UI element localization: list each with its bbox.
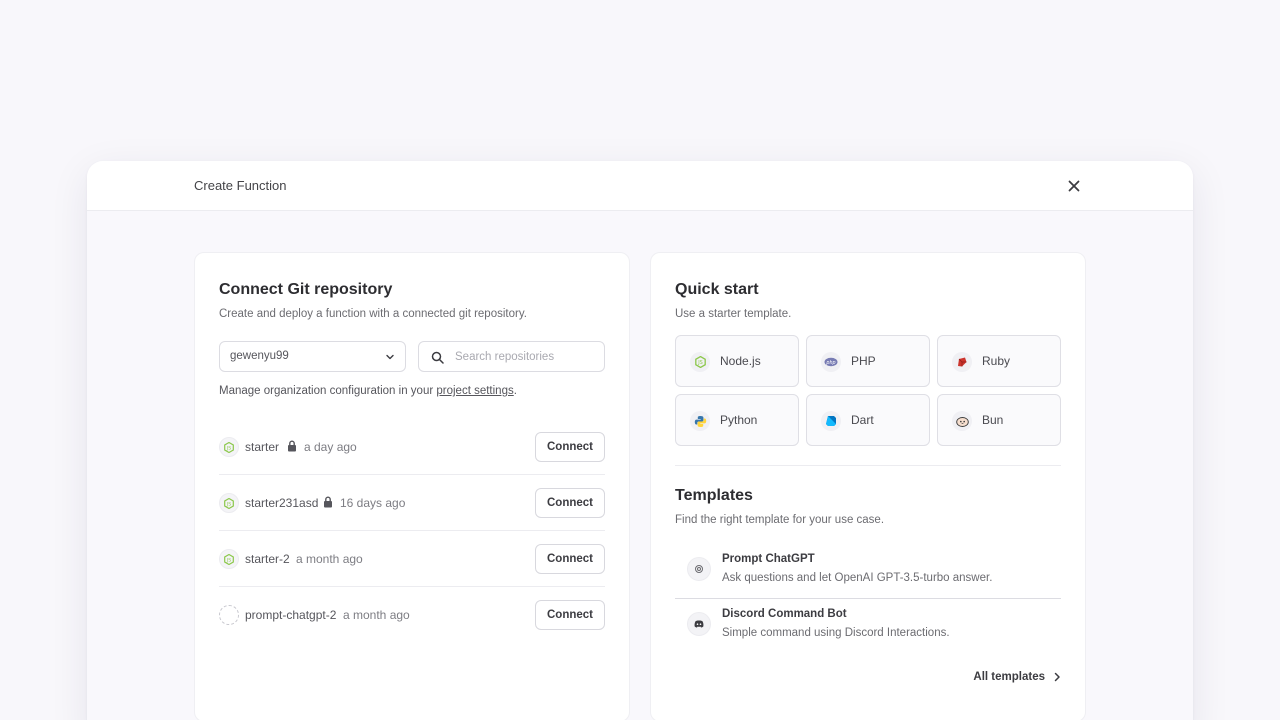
git-card-subtitle: Create and deploy a function with a conn…	[219, 308, 527, 320]
section-divider	[675, 465, 1061, 466]
close-button[interactable]	[1064, 176, 1084, 196]
runtime-tile-php[interactable]: php PHP	[806, 335, 930, 387]
all-templates-label: All templates	[973, 671, 1045, 683]
lock-icon	[324, 496, 332, 508]
template-description: Simple command using Discord Interaction…	[722, 627, 950, 639]
dart-icon	[821, 411, 841, 431]
create-function-modal: Create Function Connect Git repository C…	[87, 161, 1193, 720]
svg-text:JS: JS	[226, 445, 231, 451]
repo-row: JS starter231asd 16 days ago Connect	[219, 475, 605, 531]
organization-select-value: gewenyu99	[230, 350, 289, 362]
modal-title: Create Function	[194, 178, 287, 193]
runtime-tile-python[interactable]: Python	[675, 394, 799, 446]
lock-icon	[288, 440, 296, 452]
quick-start-title: Quick start	[675, 281, 759, 298]
ruby-icon	[952, 352, 972, 372]
quick-start-card: Quick start Use a starter template. JS N…	[650, 252, 1086, 720]
connect-button[interactable]: Connect	[535, 600, 605, 630]
quick-start-subtitle: Use a starter template.	[675, 308, 792, 320]
runtime-label: Dart	[851, 413, 874, 427]
connect-button[interactable]: Connect	[535, 432, 605, 462]
all-templates-link[interactable]: All templates	[973, 671, 1061, 683]
close-icon	[1068, 180, 1080, 192]
chevron-right-icon	[1054, 672, 1060, 682]
runtime-label: Python	[720, 413, 758, 427]
template-item-prompt-chatgpt[interactable]: Prompt ChatGPT Ask questions and let Ope…	[675, 547, 1061, 599]
repo-updated-time: a day ago	[304, 440, 357, 454]
repo-name: starter231asd	[245, 496, 319, 510]
template-description: Ask questions and let OpenAI GPT-3.5-tur…	[722, 572, 993, 584]
empty-icon	[219, 605, 239, 625]
repo-row: JS starter a day ago Connect	[219, 419, 605, 475]
git-repository-card: Connect Git repository Create and deploy…	[194, 252, 630, 720]
connect-button[interactable]: Connect	[535, 544, 605, 574]
python-icon	[690, 411, 710, 431]
svg-text:JS: JS	[226, 557, 231, 563]
git-card-title: Connect Git repository	[219, 281, 393, 298]
nodejs-icon: JS	[219, 493, 239, 513]
runtime-label: Bun	[982, 413, 1004, 427]
connect-button[interactable]: Connect	[535, 488, 605, 518]
manage-org-label: Manage organization configuration in you…	[219, 385, 437, 397]
manage-org-suffix: .	[513, 385, 517, 397]
repo-updated-time: a month ago	[296, 552, 363, 566]
discord-icon	[687, 612, 711, 636]
repo-row: JS starter-2 a month ago Connect	[219, 531, 605, 587]
bun-icon	[952, 411, 972, 431]
search-icon	[431, 351, 444, 364]
svg-text:php: php	[825, 360, 835, 366]
openai-icon	[687, 557, 711, 581]
repo-updated-time: a month ago	[343, 608, 410, 622]
runtime-label: Ruby	[982, 354, 1011, 368]
svg-text:JS: JS	[226, 501, 231, 507]
runtime-tile-dart[interactable]: Dart	[806, 394, 930, 446]
runtime-label: PHP	[851, 354, 876, 368]
search-repositories-field[interactable]	[418, 341, 605, 372]
search-repositories-input[interactable]	[455, 348, 595, 366]
repo-updated-time: 16 days ago	[340, 496, 406, 510]
template-item-discord-command-bot[interactable]: Discord Command Bot Simple command using…	[675, 602, 1061, 654]
manage-org-text: Manage organization configuration in you…	[219, 385, 517, 397]
project-settings-link[interactable]: project settings	[436, 385, 513, 397]
runtime-tile-bun[interactable]: Bun	[937, 394, 1061, 446]
nodejs-icon: JS	[219, 549, 239, 569]
repo-row: prompt-chatgpt-2 a month ago Connect	[219, 587, 605, 643]
templates-title: Templates	[675, 487, 753, 504]
chevron-down-icon	[386, 354, 394, 360]
runtime-tile-nodejs[interactable]: JS Node.js	[675, 335, 799, 387]
svg-text:JS: JS	[697, 360, 703, 366]
runtime-tile-ruby[interactable]: Ruby	[937, 335, 1061, 387]
php-icon: php	[821, 352, 841, 372]
runtime-label: Node.js	[720, 354, 761, 368]
modal-header: Create Function	[87, 161, 1193, 211]
template-name: Prompt ChatGPT	[722, 553, 815, 565]
repo-name: prompt-chatgpt-2	[245, 608, 337, 622]
repo-name: starter-2	[245, 552, 290, 566]
nodejs-icon: JS	[690, 352, 710, 372]
repo-name: starter	[245, 440, 280, 454]
nodejs-icon: JS	[219, 437, 239, 457]
templates-subtitle: Find the right template for your use cas…	[675, 514, 885, 526]
organization-select[interactable]: gewenyu99	[219, 341, 406, 372]
template-name: Discord Command Bot	[722, 608, 847, 620]
